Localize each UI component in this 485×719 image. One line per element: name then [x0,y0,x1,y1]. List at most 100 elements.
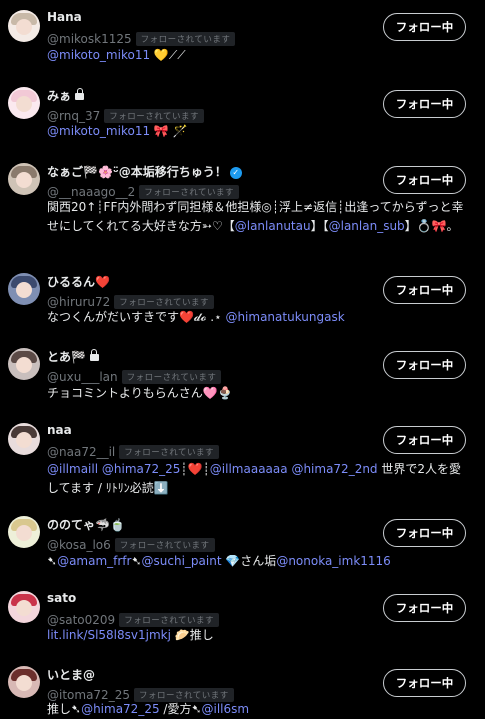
following-button[interactable]: フォロー中 [383,13,466,41]
display-name-text: なぁご🏁🌸ᵕ̈@本垢移行ちゅう！ [47,165,227,179]
bio-text: /愛方➷ [159,702,202,716]
avatar[interactable] [8,516,40,548]
display-name-text: Hana [47,10,82,24]
avatar-face [16,525,32,541]
avatar[interactable] [8,10,40,42]
user-row[interactable]: Hana @mikosk1125 フォローされています @mikoto_miko11 … [0,0,485,77]
display-name[interactable]: いとま@ [47,666,95,683]
avatar[interactable] [8,423,40,455]
user-handle[interactable]: @mikosk1125 [47,32,132,46]
follows-you-badge: フォローされています [119,445,219,459]
user-handle[interactable]: @kosa_lo6 [47,538,111,552]
bio-mention-link[interactable]: @illmaill [47,462,98,476]
avatar-face [16,96,32,112]
display-name[interactable]: とあ🏁 [47,348,99,365]
user-bio: チョコミントよりもらんさん🩷🍨 [47,384,467,403]
bio-text: 】💍🎀。 [404,219,459,233]
display-name-text: いとま@ [47,668,96,682]
display-name[interactable]: naa [47,423,72,437]
following-button[interactable]: フォロー中 [383,426,466,454]
display-name[interactable]: ののてゃ🦈🍵 [47,516,125,533]
avatar[interactable] [8,163,40,195]
user-row[interactable]: naa @naa72__il フォローされています @illmaill @hima72… [0,413,485,506]
follows-you-badge: フォローされています [114,538,215,552]
bio-mention-link[interactable]: lit.link/Sl58l8sv1jmkj [47,628,171,642]
avatar[interactable] [8,87,40,119]
bio-mention-link[interactable]: @mikoto_miko11 [47,48,150,62]
display-name-text: みぁ [47,89,72,103]
display-name-text: naa [47,423,72,437]
following-button[interactable]: フォロー中 [383,669,466,697]
user-bio: ➷@amam_frfr➷@suchi_paint 💎さん垢@nonoka_imk… [47,552,467,571]
avatar-face [16,282,32,298]
bio-text: なつくんがだいすきです❤️𝓭𝓸 .⋆ [47,310,226,324]
user-handle[interactable]: @hiruru72 [47,295,110,309]
handle-line: @naa72__il フォローされています [47,441,219,460]
user-handle[interactable]: @uxu___lan [47,370,118,384]
bio-mention-link[interactable]: @ill6sm [202,702,250,716]
lock-icon [89,349,99,361]
user-handle[interactable]: @naa72__il [47,445,115,459]
following-button[interactable]: フォロー中 [383,519,466,547]
bio-text: ➷ [131,554,142,568]
bio-mention-link[interactable]: @hima72_25 [102,462,181,476]
bio-text: 💛⟋⟋ [150,48,186,62]
bio-mention-link[interactable]: @hima72_25 [81,702,160,716]
user-row[interactable]: ひるるん❤️ @hiruru72 フォローされています なつくんがだいすきです❤️𝓭𝓸… [0,263,485,338]
handle-line: @uxu___lan フォローされています [47,366,222,385]
bio-mention-link[interactable]: @illmaaaaaa [210,462,288,476]
user-bio: 関西20↑┊FF内外問わず同担様＆他担様◎┊浮上≠返信┊出逢ってからずっと幸せに… [47,198,467,236]
following-button[interactable]: フォロー中 [383,594,466,622]
user-bio: @illmaill @hima72_25┊❤️┊@illmaaaaaa @him… [47,460,467,498]
user-row[interactable]: いとま@ @itoma72_25 フォローされています 推し➷@hima72_25 /… [0,656,485,718]
bio-mention-link[interactable]: @nonoka_imk1116 [276,554,391,568]
bio-mention-link[interactable]: @lanlanutau [235,219,311,233]
avatar-face [16,357,32,373]
following-button[interactable]: フォロー中 [383,351,466,379]
user-row[interactable]: ののてゃ🦈🍵 @kosa_lo6 フォローされています ➷@amam_frfr➷@su… [0,506,485,581]
display-name[interactable]: sato [47,591,76,605]
following-button[interactable]: フォロー中 [383,90,466,118]
bio-text: 🥟推し [170,628,214,642]
user-handle[interactable]: @rnq_37 [47,109,100,123]
verified-badge-icon: ✓ [229,167,242,179]
bio-text: チョコミントよりもらんさん🩷🍨 [47,386,233,400]
display-name[interactable]: ひるるん❤️ [47,273,110,290]
following-button[interactable]: フォロー中 [383,166,466,194]
follows-you-badge: フォローされています [135,32,236,46]
bio-text: ┊❤️┊ [180,462,210,476]
bio-mention-link[interactable]: @mikoto_miko11 [47,124,150,138]
user-row[interactable]: なぁご🏁🌸ᵕ̈@本垢移行ちゅう！ ✓ @__naaago__2 フォローされています関… [0,153,485,263]
user-bio: @mikoto_miko11 💛⟋⟋ [47,46,467,65]
bio-mention-link[interactable]: @suchi_paint [142,554,222,568]
user-bio: なつくんがだいすきです❤️𝓭𝓸 .⋆ @himanatukungask [47,308,467,327]
avatar-face [16,432,32,448]
bio-mention-link[interactable]: @lanlan_sub [329,219,405,233]
follows-you-badge: フォローされています [119,613,219,627]
avatar-face [16,172,32,188]
avatar-face [16,600,32,616]
avatar[interactable] [8,273,40,305]
display-name[interactable]: なぁご🏁🌸ᵕ̈@本垢移行ちゅう！ ✓ [47,163,242,180]
display-name[interactable]: みぁ [47,87,85,104]
bio-text: 推し➷ [47,702,82,716]
avatar[interactable] [8,591,40,623]
display-name-text: ひるるん❤️ [47,275,110,289]
following-button[interactable]: フォロー中 [383,276,466,304]
user-handle[interactable]: @sato0209 [47,613,115,627]
follows-you-badge: フォローされています [114,295,215,309]
handle-line: @kosa_lo6 フォローされています [47,534,215,553]
user-row[interactable]: とあ🏁 @uxu___lan フォローされています チョコミントよりもらんさん🩷🍨 フォ… [0,338,485,413]
bio-mention-link[interactable]: @himanatukungask [225,310,344,324]
bio-mention-link[interactable]: @hima72_2nd [291,462,377,476]
lock-icon [75,88,85,100]
user-handle[interactable]: @__naaago__2 [47,185,135,199]
avatar[interactable] [8,348,40,380]
user-row[interactable]: みぁ @rnq_37 フォローされています @mikoto_miko11 🎀 🪄 フォロ… [0,77,485,153]
bio-text: 🎀 🪄 [150,124,188,138]
user-row[interactable]: sato @sato0209 フォローされています lit.link/Sl58l8sv… [0,581,485,656]
follows-you-badge: フォローされています [139,185,240,199]
bio-mention-link[interactable]: @amam_frfr [57,554,131,568]
avatar[interactable] [8,666,40,698]
display-name[interactable]: Hana [47,10,82,24]
